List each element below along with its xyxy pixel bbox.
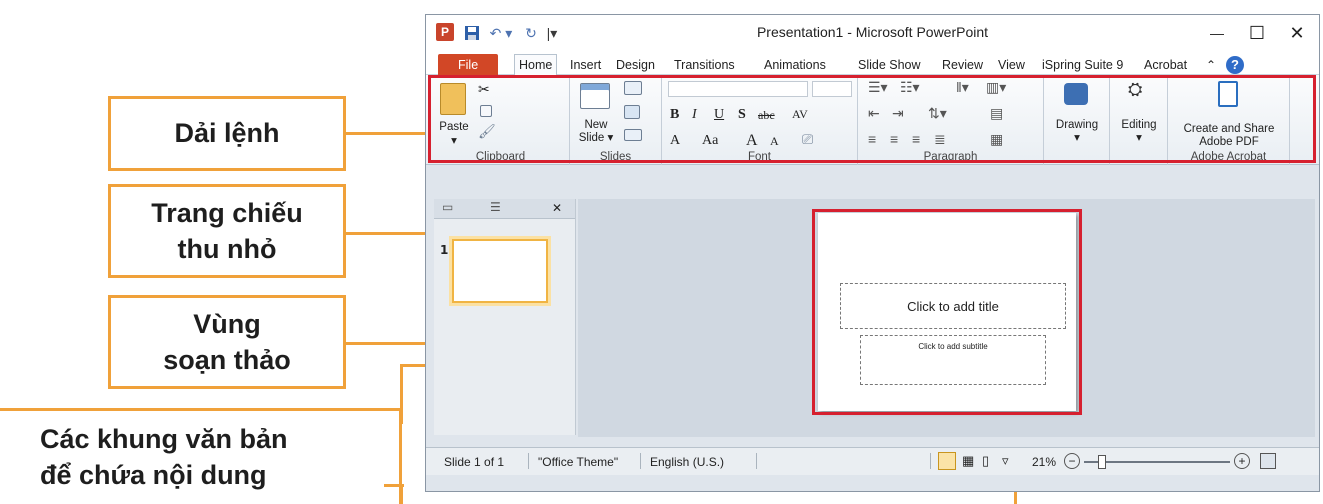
- slides-tab-icon[interactable]: ▭: [442, 201, 453, 214]
- status-bar: Slide 1 of 1 "Office Theme" English (U.S…: [426, 447, 1319, 475]
- slide-editing-area: Click to add title Click to add subtitle: [578, 199, 1315, 437]
- zoom-slider-thumb[interactable]: [1098, 455, 1106, 469]
- callout-edit-area-line1: Vùng: [193, 308, 261, 339]
- callout-edit-area-line2: soạn thảo: [163, 345, 291, 375]
- slides-pane: ▭ ☰ ✕ 1: [434, 199, 576, 435]
- tab-review[interactable]: Review: [938, 54, 987, 75]
- outline-tab-icon[interactable]: ☰: [490, 201, 501, 214]
- tab-insert[interactable]: Insert: [566, 54, 605, 75]
- tab-animations[interactable]: Animations: [760, 54, 830, 75]
- tab-file[interactable]: File: [438, 54, 499, 75]
- tab-view[interactable]: View: [994, 54, 1029, 75]
- slides-pane-tabs: ▭ ☰ ✕: [434, 199, 575, 219]
- annotated-screenshot: Dải lệnh Trang chiếu thu nhỏ Vùng soạn t…: [0, 0, 1323, 504]
- slide-highlight-frame: [812, 209, 1082, 415]
- callout-text-frames: Các khung văn bản để chứa nội dung: [0, 408, 402, 504]
- leader-ribbon: [346, 132, 434, 135]
- callout-thumbnails-line2: thu nhỏ: [177, 234, 277, 264]
- tab-acrobat[interactable]: Acrobat: [1140, 54, 1191, 75]
- status-language[interactable]: English (U.S.): [650, 455, 724, 469]
- reading-view-icon[interactable]: ▯: [982, 453, 989, 469]
- status-theme[interactable]: "Office Theme": [538, 455, 618, 469]
- zoom-level[interactable]: 21%: [1032, 455, 1056, 469]
- window-title: Presentation1 - Microsoft PowerPoint: [756, 24, 989, 40]
- slideshow-view-icon[interactable]: ▿: [1002, 453, 1009, 469]
- status-slide-count: Slide 1 of 1: [444, 455, 505, 469]
- callout-thumbnails: Trang chiếu thu nhỏ: [108, 184, 346, 278]
- slide-thumbnail[interactable]: [452, 239, 548, 303]
- status-separator: [640, 453, 641, 469]
- fit-to-window-icon[interactable]: [1260, 453, 1276, 469]
- tab-slide-show[interactable]: Slide Show: [854, 54, 925, 75]
- ribbon-highlight-frame: [428, 75, 1316, 163]
- status-separator: [930, 453, 931, 469]
- close-pane-button[interactable]: ✕: [552, 202, 562, 215]
- zoom-in-icon[interactable]: +: [1234, 453, 1250, 469]
- callout-ribbon: Dải lệnh: [108, 96, 346, 171]
- help-icon[interactable]: ?: [1222, 54, 1248, 75]
- status-separator: [528, 453, 529, 469]
- title-bar: P ↶ ▾ ↻ |▾ Presentation1 - Microsoft Pow…: [426, 15, 1319, 51]
- tab-ispring[interactable]: iSpring Suite 9: [1038, 54, 1127, 75]
- slide-thumbnail-number: 1: [440, 243, 449, 257]
- maximize-button[interactable]: ☐: [1242, 21, 1272, 45]
- tab-home[interactable]: Home: [514, 54, 558, 75]
- callout-text-frames-line2: để chứa nội dung: [40, 460, 267, 491]
- callout-text-frames-line1: Các khung văn bản: [40, 424, 288, 454]
- ribbon-tabs: File Home Insert Design Transitions Anim…: [426, 51, 1319, 75]
- slide-sorter-view-icon[interactable]: ▦: [962, 453, 974, 469]
- leader-frames-tail-v: [400, 484, 403, 504]
- minimize-ribbon-icon[interactable]: ⌃: [1202, 54, 1220, 75]
- powerpoint-window: P ↶ ▾ ↻ |▾ Presentation1 - Microsoft Pow…: [425, 14, 1320, 492]
- minimize-button[interactable]: —: [1202, 21, 1232, 45]
- status-separator: [756, 453, 757, 469]
- ribbon: Paste ▾ ✂ 🖌 Clipboard New Slide ▾ Slides: [426, 75, 1319, 165]
- close-button[interactable]: ✕: [1282, 21, 1312, 45]
- tab-transitions[interactable]: Transitions: [670, 54, 739, 75]
- callout-thumbnails-line1: Trang chiếu: [151, 197, 303, 228]
- normal-view-icon[interactable]: [938, 452, 956, 470]
- zoom-out-icon[interactable]: −: [1064, 453, 1080, 469]
- tab-design[interactable]: Design: [612, 54, 659, 75]
- callout-edit-area: Vùng soạn thảo: [108, 295, 346, 389]
- callout-ribbon-text: Dải lệnh: [174, 118, 280, 149]
- leader-frames-v: [400, 364, 403, 424]
